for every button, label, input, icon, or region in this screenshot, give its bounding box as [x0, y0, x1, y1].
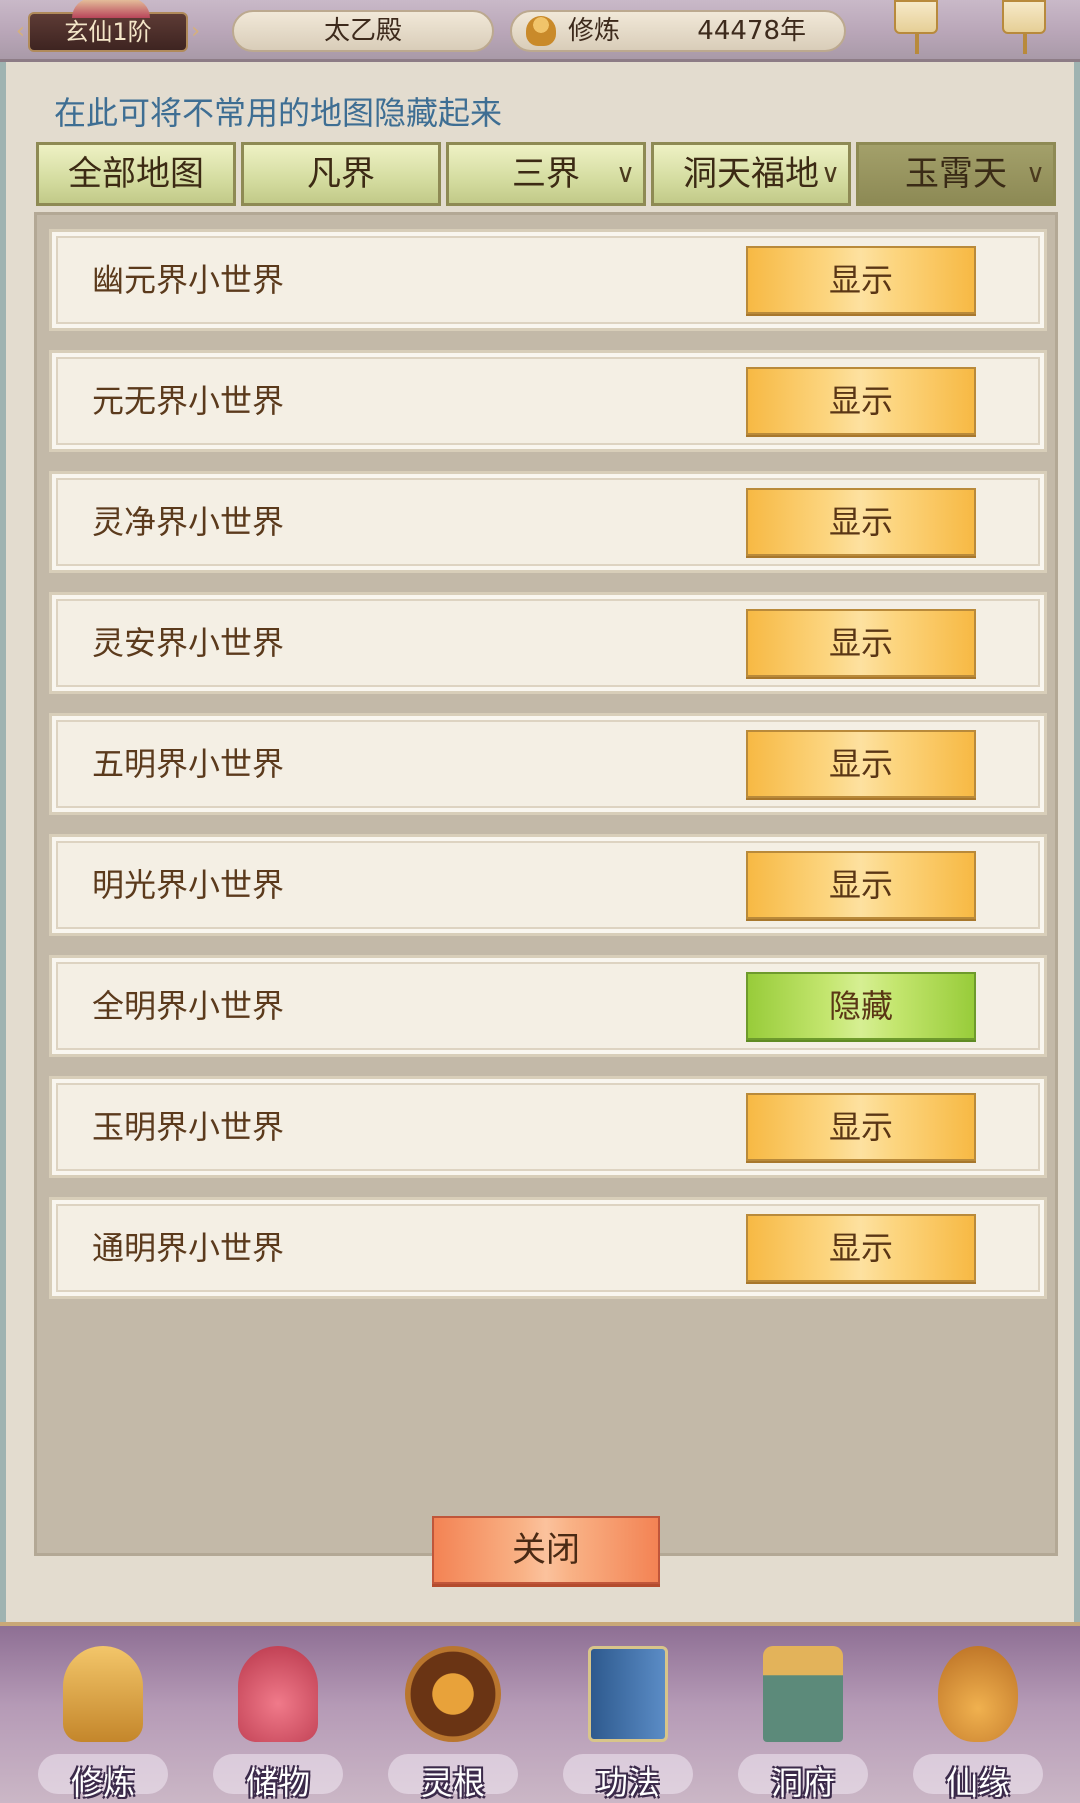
cultivation-value: 44478年	[697, 16, 806, 46]
rank-label: 玄仙1阶	[64, 18, 152, 46]
map-name: 五明界小世界	[92, 745, 285, 783]
location-pill[interactable]: 太乙殿	[232, 10, 494, 52]
rank-badge[interactable]: ‹ 玄仙1阶 ›	[16, 0, 200, 52]
list-item: 玉明界小世界 显示	[49, 1076, 1047, 1178]
nav-item-cultivation[interactable]: 修炼	[28, 1638, 178, 1803]
map-name: 灵安界小世界	[92, 624, 285, 662]
map-name: 明光界小世界	[92, 866, 285, 904]
nav-label: 洞府	[770, 1764, 835, 1802]
tab-jade-heaven[interactable]: 玉霄天 ∨	[856, 142, 1056, 206]
avatar[interactable]	[72, 0, 150, 18]
nav-label: 修炼	[70, 1764, 135, 1802]
list-item: 幽元界小世界 显示	[49, 229, 1047, 331]
nav-item-immortal-fate[interactable]: 仙缘	[903, 1638, 1053, 1803]
tab-label: 凡界	[307, 154, 375, 194]
tab-three-realms[interactable]: 三界 ∨	[446, 142, 646, 206]
cultivation-icon	[63, 1646, 143, 1742]
list-item: 五明界小世界 显示	[49, 713, 1047, 815]
chevron-left-icon: ‹	[16, 19, 25, 44]
tab-label: 三界	[512, 154, 580, 194]
list-item: 元无界小世界 显示	[49, 350, 1047, 452]
cave-mansion-icon	[763, 1646, 843, 1742]
map-name: 全明界小世界	[92, 987, 285, 1025]
toggle-show-button[interactable]: 显示	[746, 1093, 976, 1161]
cultivation-label: 修炼	[568, 16, 621, 46]
map-category-tabs: 全部地图 凡界 三界 ∨ 洞天福地 ∨ 玉霄天 ∨	[36, 142, 1056, 206]
tab-mortal-realm[interactable]: 凡界	[241, 142, 441, 206]
chevron-down-icon: ∨	[615, 159, 635, 189]
location-label: 太乙殿	[323, 16, 402, 46]
chevron-right-icon: ›	[191, 19, 200, 44]
list-item: 灵安界小世界 显示	[49, 592, 1047, 694]
nav-label: 储物	[245, 1764, 310, 1802]
bottom-navigation: 修炼 储物 灵根 功法 洞府 仙缘	[0, 1622, 1080, 1803]
tab-grotto-heavens[interactable]: 洞天福地 ∨	[651, 142, 851, 206]
nav-item-storage[interactable]: 储物	[203, 1638, 353, 1803]
nav-item-techniques[interactable]: 功法	[553, 1638, 703, 1803]
tab-label: 玉霄天	[905, 154, 1007, 194]
scripture-book-icon	[588, 1646, 668, 1742]
nav-item-spirit-root[interactable]: 灵根	[378, 1638, 528, 1803]
map-name: 幽元界小世界	[92, 261, 285, 299]
toggle-show-button[interactable]: 显示	[746, 488, 976, 556]
tab-label: 洞天福地	[683, 154, 819, 194]
toggle-hide-button[interactable]: 隐藏	[746, 972, 976, 1040]
lantern-icon[interactable]	[1002, 0, 1046, 54]
toggle-show-button[interactable]: 显示	[746, 730, 976, 798]
chevron-down-icon: ∨	[1025, 159, 1045, 189]
list-item: 全明界小世界 隐藏	[49, 955, 1047, 1057]
meditation-icon	[526, 16, 556, 46]
gourd-icon	[938, 1646, 1018, 1742]
map-name: 通明界小世界	[92, 1229, 285, 1267]
map-name: 玉明界小世界	[92, 1108, 285, 1146]
tab-label: 全部地图	[68, 154, 204, 194]
map-list: 幽元界小世界 显示 元无界小世界 显示 灵净界小世界 显示 灵安界小世界 显示 …	[34, 212, 1058, 1556]
top-status-bar: ‹ 玄仙1阶 › 太乙殿 修炼 44478年	[0, 0, 1080, 62]
panel-hint: 在此可将不常用的地图隐藏起来	[54, 94, 503, 132]
toggle-show-button[interactable]: 显示	[746, 609, 976, 677]
storage-bag-icon	[238, 1646, 318, 1742]
nav-label: 仙缘	[945, 1764, 1010, 1802]
lantern-icon[interactable]	[894, 0, 938, 54]
toggle-show-button[interactable]: 显示	[746, 1214, 976, 1282]
list-item: 明光界小世界 显示	[49, 834, 1047, 936]
map-name: 灵净界小世界	[92, 503, 285, 541]
close-button[interactable]: 关闭	[432, 1516, 660, 1584]
tab-all-maps[interactable]: 全部地图	[36, 142, 236, 206]
toggle-show-button[interactable]: 显示	[746, 246, 976, 314]
cultivation-pill[interactable]: 修炼 44478年	[510, 10, 846, 52]
map-name: 元无界小世界	[92, 382, 285, 420]
chevron-down-icon: ∨	[820, 159, 840, 189]
nav-item-cave-mansion[interactable]: 洞府	[728, 1638, 878, 1803]
list-item: 灵净界小世界 显示	[49, 471, 1047, 573]
spirit-root-icon	[405, 1646, 501, 1742]
list-item: 通明界小世界 显示	[49, 1197, 1047, 1299]
map-visibility-panel: 在此可将不常用的地图隐藏起来 全部地图 凡界 三界 ∨ 洞天福地 ∨ 玉霄天 ∨…	[0, 62, 1080, 1622]
toggle-show-button[interactable]: 显示	[746, 367, 976, 435]
nav-label: 灵根	[420, 1764, 485, 1802]
nav-label: 功法	[595, 1764, 660, 1802]
toggle-show-button[interactable]: 显示	[746, 851, 976, 919]
